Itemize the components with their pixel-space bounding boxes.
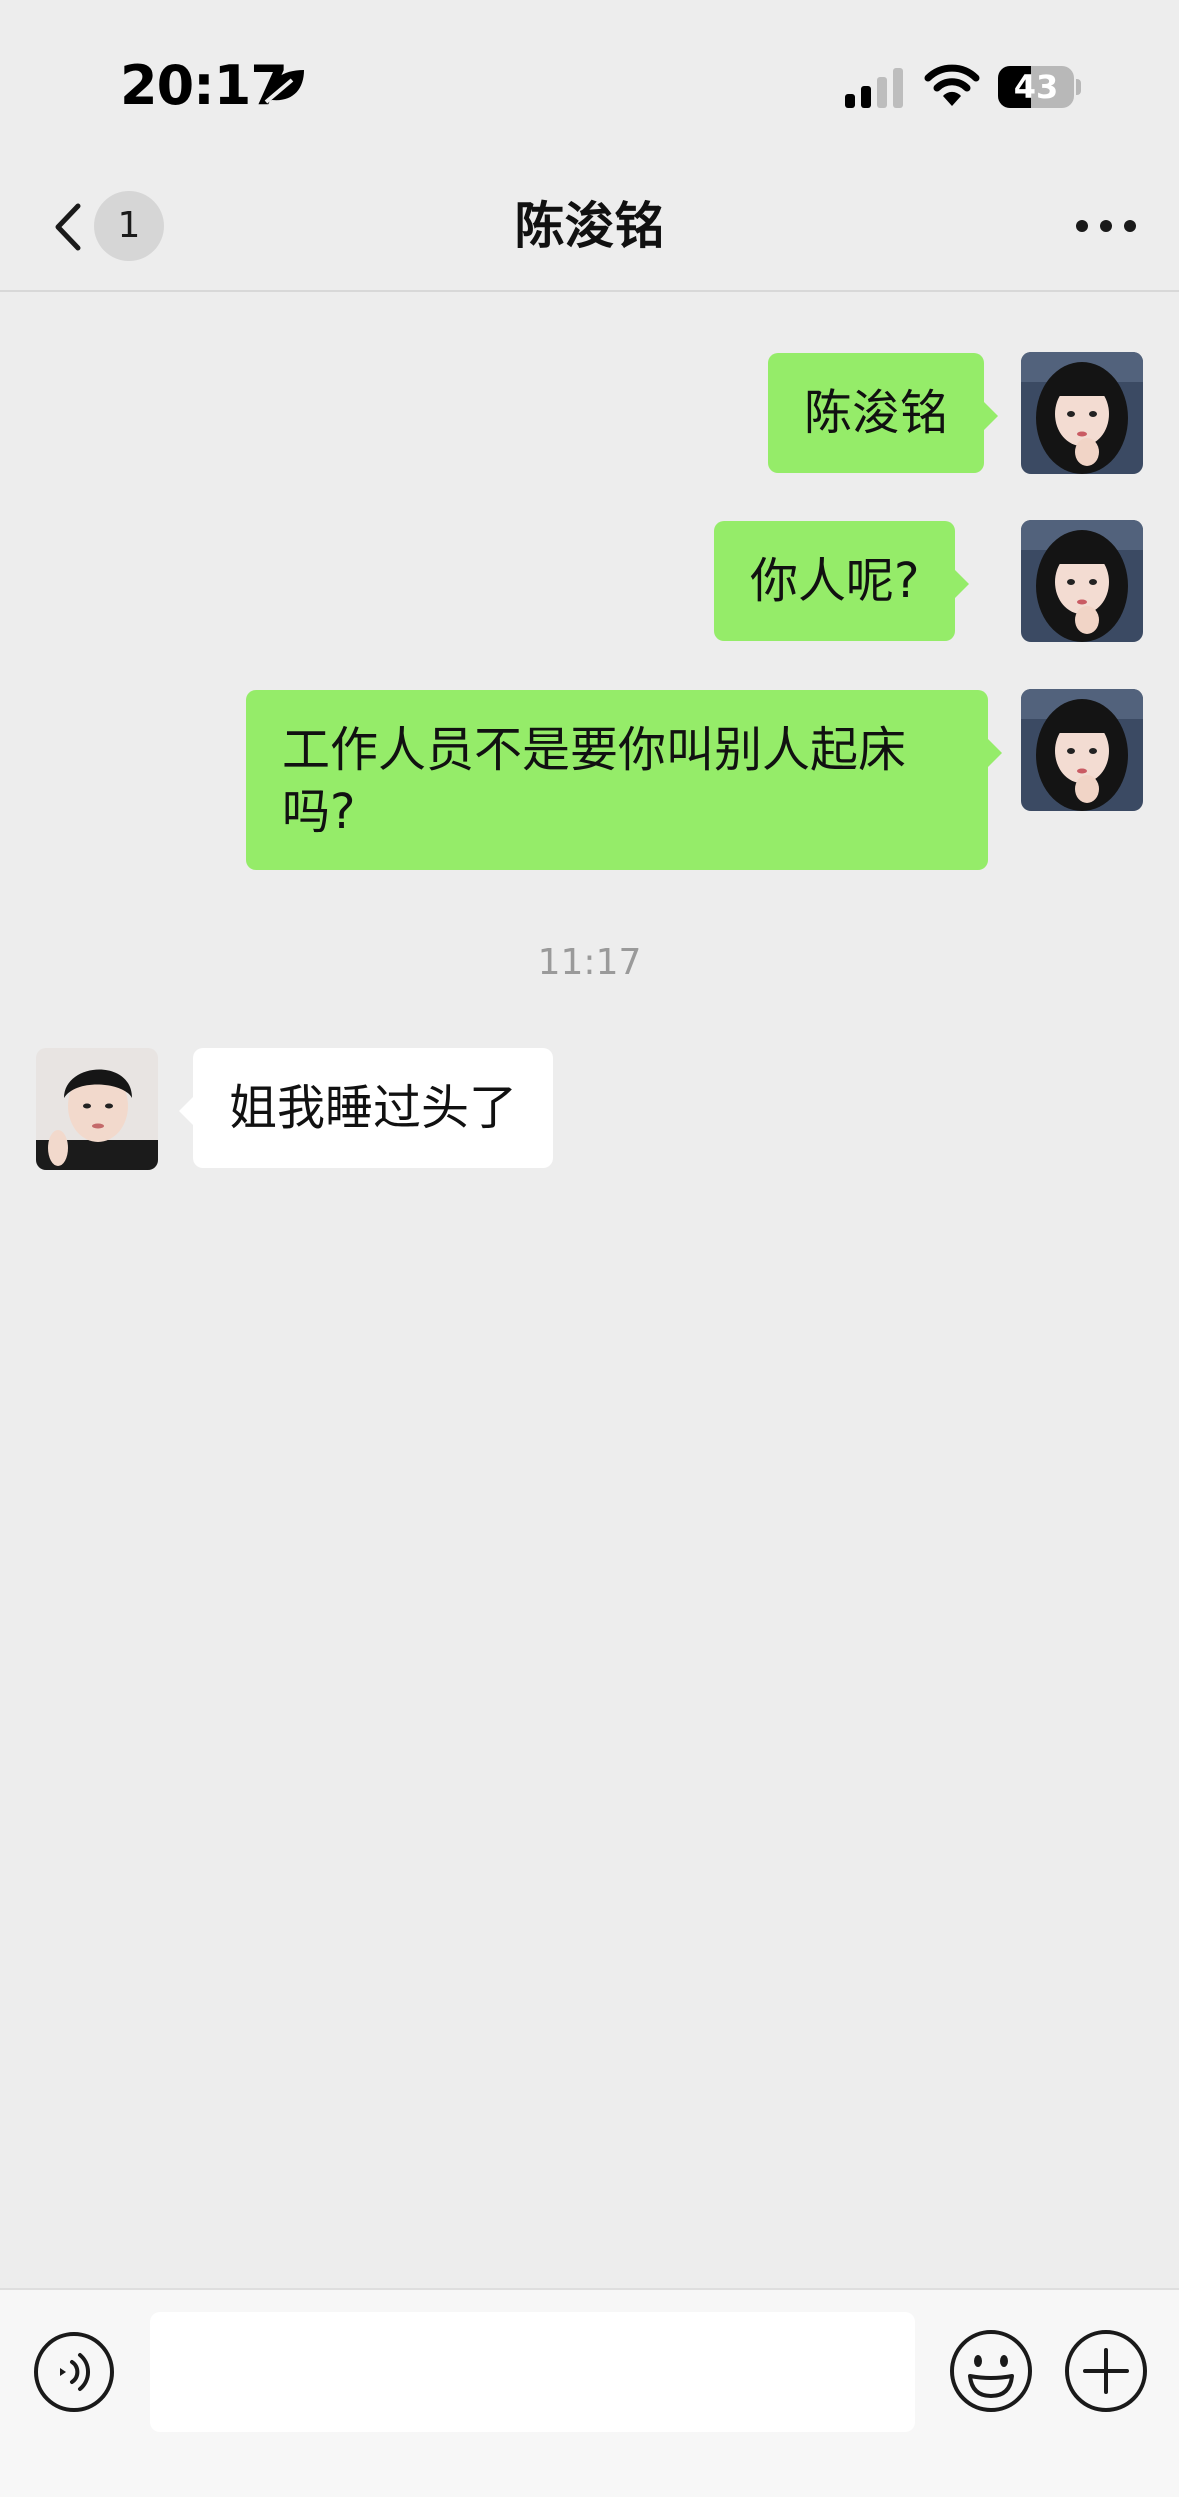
chat-screen: 20:17 43 陈浚铭 1 陈浚铭 你人呢? 工作人员不是要你叫别人起床吗? …: [0, 0, 1179, 2497]
input-bar: [0, 2288, 1179, 2497]
outgoing-message-bubble[interactable]: 你人呢?: [714, 521, 970, 641]
nav-bar: 陈浚铭 1: [0, 160, 1179, 292]
avatar-image: [1021, 520, 1143, 642]
emoji-icon[interactable]: [948, 2328, 1034, 2414]
leaf-icon: [264, 70, 304, 104]
wifi-icon: [924, 64, 980, 106]
avatar-image: [1021, 352, 1143, 474]
status-bar: 20:17 43: [0, 0, 1179, 160]
battery-icon: 43: [998, 66, 1082, 108]
avatar-image: [36, 1048, 158, 1170]
avatar-image: [1021, 689, 1143, 811]
message-timestamp: 11:17: [537, 942, 642, 983]
cellular-signal-icon: [845, 68, 903, 108]
plus-icon[interactable]: [1063, 2328, 1149, 2414]
contact-avatar[interactable]: [36, 1048, 158, 1170]
my-avatar[interactable]: [1021, 520, 1143, 642]
outgoing-message-bubble[interactable]: 陈浚铭: [768, 353, 999, 473]
my-avatar[interactable]: [1021, 352, 1143, 474]
chevron-left-icon: [55, 203, 81, 251]
back-button[interactable]: 1: [40, 188, 180, 264]
battery-level: 43: [1013, 68, 1059, 106]
voice-icon[interactable]: [32, 2330, 116, 2414]
outgoing-message-bubble[interactable]: 工作人员不是要你叫别人起床吗?: [246, 690, 1002, 870]
message-input[interactable]: [150, 2312, 915, 2432]
unread-count-badge: 1: [94, 191, 164, 261]
my-avatar[interactable]: [1021, 689, 1143, 811]
more-icon[interactable]: [1066, 196, 1146, 256]
incoming-message-bubble[interactable]: 姐我睡过头了: [178, 1048, 554, 1168]
